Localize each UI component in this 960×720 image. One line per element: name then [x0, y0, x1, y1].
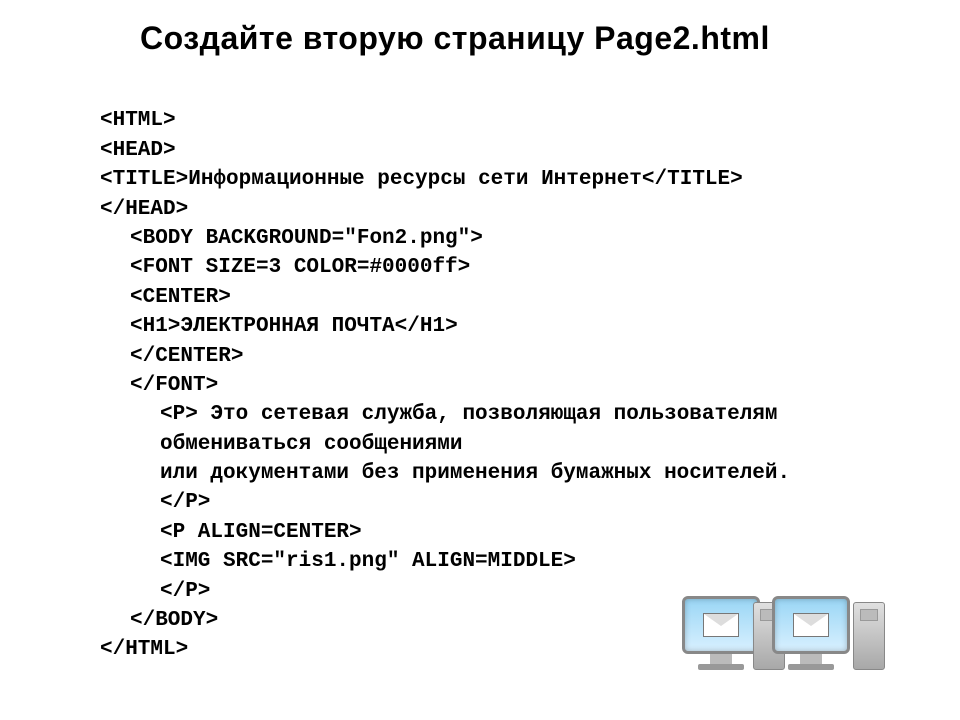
code-line: </BODY>	[130, 609, 218, 632]
mail-icon	[793, 613, 829, 637]
monitor-icon	[682, 596, 760, 670]
code-line: <HEAD>	[100, 139, 176, 162]
code-line: <P ALIGN=CENTER>	[160, 521, 362, 544]
code-line: </CENTER>	[130, 345, 243, 368]
slide: Создайте вторую страницу Page2.html <HTM…	[0, 0, 960, 694]
code-line: обмениваться сообщениями	[160, 433, 462, 456]
code-line: </HTML>	[100, 638, 188, 661]
mail-icon	[703, 613, 739, 637]
code-line: <HTML>	[100, 109, 176, 132]
pc-tower-icon	[853, 602, 885, 670]
code-line: </P>	[160, 491, 210, 514]
code-line: <TITLE>Информационные ресурсы сети Интер…	[100, 168, 743, 191]
code-line: <BODY BACKGROUND="Fon2.png">	[130, 227, 483, 250]
code-line: </P>	[160, 580, 210, 603]
code-line: </HEAD>	[100, 198, 188, 221]
code-line: <P> Это сетевая служба, позволяющая поль…	[160, 403, 778, 426]
code-line: <FONT SIZE=3 COLOR=#0000ff>	[130, 256, 470, 279]
monitor-icon	[772, 596, 850, 670]
code-line: <CENTER>	[130, 286, 231, 309]
page-title: Создайте вторую страницу Page2.html	[140, 20, 960, 57]
code-line: или документами без применения бумажных …	[160, 462, 790, 485]
code-line: </FONT>	[130, 374, 218, 397]
code-line: <IMG SRC="ris1.png" ALIGN=MIDDLE>	[160, 550, 576, 573]
code-line: <H1>ЭЛЕКТРОННАЯ ПОЧТА</H1>	[130, 315, 458, 338]
